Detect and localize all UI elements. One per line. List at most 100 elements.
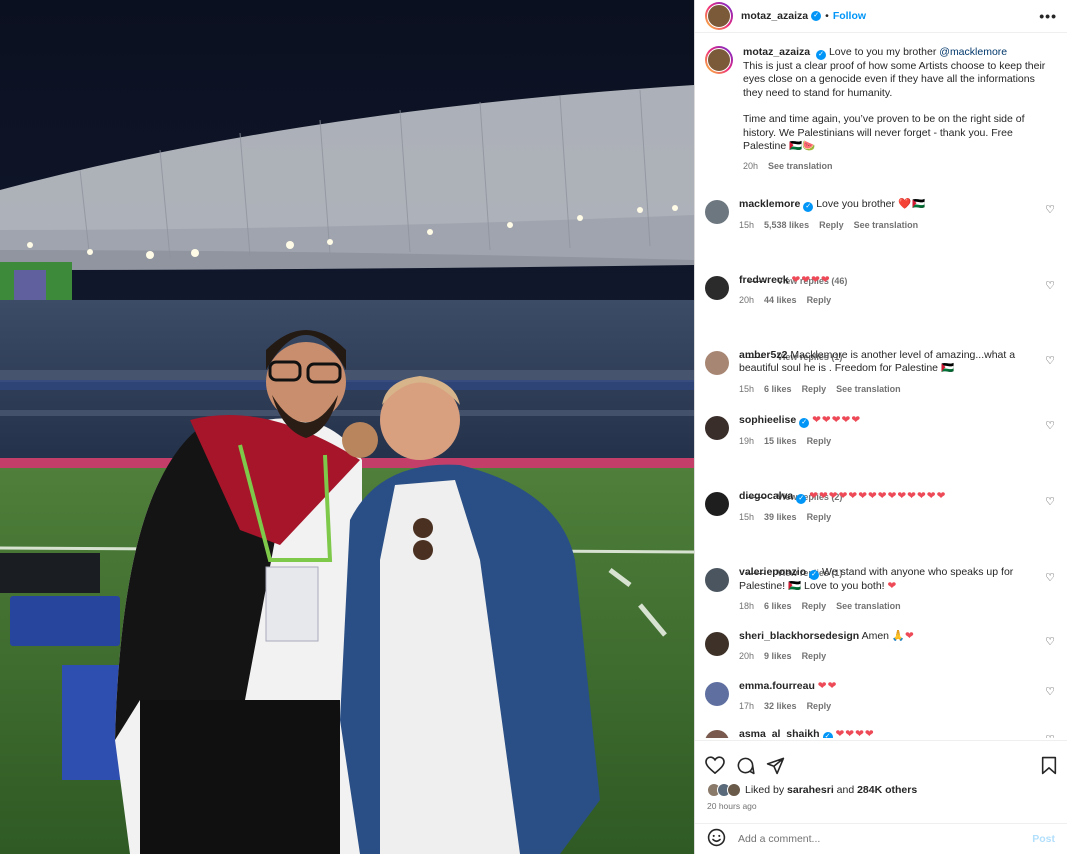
author-username[interactable]: motaz_azaiza (741, 10, 808, 22)
comment-meta: 15h 5,538 likes Reply See translation (739, 219, 1035, 232)
comment-time[interactable]: 20h (739, 294, 754, 307)
commenter-avatar[interactable] (705, 351, 729, 375)
comment-likes[interactable]: 6 likes (764, 600, 792, 613)
like-comment-icon[interactable]: ♡ (1045, 733, 1055, 738)
see-translation-link[interactable]: See translation (768, 160, 833, 173)
comment-item: amber5z2 Macklemore is another level of … (705, 349, 1057, 396)
caption-avatar-ring[interactable] (705, 46, 733, 74)
liked-by-text: Liked by sarahesri and 284K others (745, 784, 917, 796)
comment-emoji: ❤ (904, 630, 915, 642)
like-comment-icon[interactable]: ♡ (1045, 354, 1055, 367)
caption-mention[interactable]: @macklemore (939, 46, 1007, 58)
author-avatar[interactable] (707, 4, 731, 28)
caption-meta: 20h See translation (743, 160, 1055, 173)
commenter-username[interactable]: sheri_blackhorsedesign (739, 630, 859, 642)
commenter-avatar[interactable] (705, 730, 729, 738)
commenter-avatar[interactable] (705, 200, 729, 224)
reply-button[interactable]: Reply (802, 650, 827, 663)
commenter-username[interactable]: valerieponzio (739, 566, 806, 578)
follow-button[interactable]: Follow (833, 10, 866, 22)
comment-meta: 18h 6 likes Reply See translation (739, 600, 1035, 613)
like-comment-icon[interactable]: ♡ (1045, 685, 1055, 698)
commenter-username[interactable]: fredwreck (739, 274, 789, 286)
commenter-username[interactable]: asma_al_shaikh (739, 728, 820, 738)
separator-dot: • (825, 10, 829, 22)
reply-button[interactable]: Reply (807, 700, 832, 713)
like-comment-icon[interactable]: ♡ (1045, 419, 1055, 432)
reply-button[interactable]: Reply (807, 435, 832, 448)
comment-text: Love you brother (816, 198, 898, 210)
add-comment-input[interactable] (738, 833, 1033, 845)
comment-time[interactable]: 15h (739, 219, 754, 232)
post-comment-button[interactable]: Post (1032, 833, 1055, 845)
comment-likes[interactable]: 39 likes (764, 511, 797, 524)
comment-likes[interactable]: 32 likes (764, 700, 797, 713)
stadium-photo (0, 0, 694, 854)
post-time-ago[interactable]: 20 hours ago (695, 797, 1067, 811)
comments-panel: motaz_azaiza ✓ • Follow ••• motaz_azaiza… (694, 0, 1067, 854)
commenter-username[interactable]: macklemore (739, 198, 800, 210)
reply-button[interactable]: Reply (819, 219, 844, 232)
emoji-icon[interactable] (707, 828, 726, 850)
comment-time[interactable]: 17h (739, 700, 754, 713)
liker-avatar[interactable] (727, 783, 741, 797)
comment-item: sophieelise ✓ ❤❤❤❤❤ 19h 15 likes Reply ♡ (705, 414, 1057, 448)
comments-list[interactable]: motaz_azaiza ✓ Love to you my brother @m… (695, 34, 1067, 738)
comment-icon[interactable] (736, 756, 755, 775)
comment-time[interactable]: 15h (739, 383, 754, 396)
post-photo[interactable] (0, 0, 694, 854)
comment-time[interactable]: 20h (739, 650, 754, 663)
commenter-username[interactable]: amber5z2 (739, 349, 787, 361)
liked-by-prefix: Liked by (745, 784, 788, 796)
comment-emoji: ❤❤❤❤ (835, 728, 875, 738)
see-translation-link[interactable]: See translation (836, 383, 901, 396)
see-translation-link[interactable]: See translation (836, 600, 901, 613)
author-avatar-ring[interactable] (705, 2, 733, 30)
commenter-avatar[interactable] (705, 682, 729, 706)
like-comment-icon[interactable]: ♡ (1045, 571, 1055, 584)
see-translation-link[interactable]: See translation (854, 219, 919, 232)
commenter-avatar[interactable] (705, 276, 729, 300)
reply-button[interactable]: Reply (802, 600, 827, 613)
caption-username[interactable]: motaz_azaiza (743, 46, 810, 58)
likes-count[interactable]: 284K others (857, 784, 917, 796)
comment-likes[interactable]: 15 likes (764, 435, 797, 448)
commenter-username[interactable]: diegocalva (739, 490, 793, 502)
commenter-avatar[interactable] (705, 568, 729, 592)
comment-body: emma.fourreau ❤❤ 17h 32 likes Reply (739, 680, 1057, 714)
commenter-avatar[interactable] (705, 492, 729, 516)
like-comment-icon[interactable]: ♡ (1045, 635, 1055, 648)
heart-icon[interactable] (705, 756, 725, 774)
reply-button[interactable]: Reply (802, 383, 827, 396)
comment-time[interactable]: 18h (739, 600, 754, 613)
commenter-username[interactable]: sophieelise (739, 414, 796, 426)
comment-likes[interactable]: 44 likes (764, 294, 797, 307)
add-comment-bar: Post (695, 823, 1067, 854)
bookmark-icon[interactable] (1041, 756, 1057, 775)
share-icon[interactable] (766, 756, 785, 775)
comment-time[interactable]: 19h (739, 435, 754, 448)
caption-time[interactable]: 20h (743, 160, 758, 173)
comment-likes[interactable]: 6 likes (764, 383, 792, 396)
verified-icon: ✓ (816, 50, 827, 60)
commenter-avatar[interactable] (705, 632, 729, 656)
comment-body: fredwreck ❤❤❤❤ 20h 44 likes Reply (739, 274, 1057, 308)
commenter-avatar[interactable] (705, 416, 729, 440)
liked-by-mid: and (833, 784, 858, 796)
comment-meta: 15h 6 likes Reply See translation (739, 383, 1035, 396)
reply-button[interactable]: Reply (807, 511, 832, 524)
comment-likes[interactable]: 9 likes (764, 650, 792, 663)
comment-meta: 19h 15 likes Reply (739, 435, 1035, 448)
like-comment-icon[interactable]: ♡ (1045, 495, 1055, 508)
comment-time[interactable]: 15h (739, 511, 754, 524)
like-comment-icon[interactable]: ♡ (1045, 279, 1055, 292)
verified-icon: ✓ (796, 494, 807, 504)
reply-button[interactable]: Reply (807, 294, 832, 307)
comment-item: asma_al_shaikh✓ ❤❤❤❤♡ (705, 728, 1057, 738)
comment-likes[interactable]: 5,538 likes (764, 219, 809, 232)
caption-avatar[interactable] (707, 48, 731, 72)
commenter-username[interactable]: emma.fourreau (739, 680, 815, 692)
more-icon[interactable]: ••• (1039, 8, 1057, 24)
liked-by-user[interactable]: sarahesri (787, 784, 834, 796)
like-comment-icon[interactable]: ♡ (1045, 203, 1055, 216)
